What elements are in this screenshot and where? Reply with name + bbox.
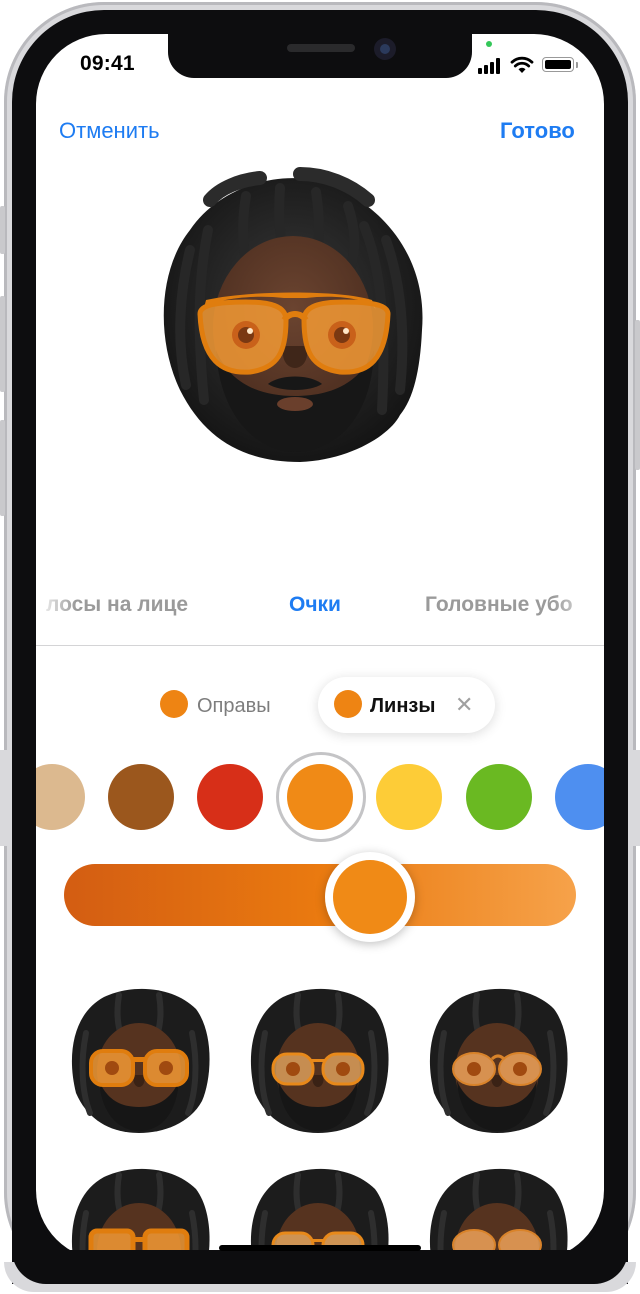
color-swatch-yellow[interactable]	[376, 764, 442, 830]
lenses-segment-label[interactable]: Линзы	[370, 695, 435, 718]
battery-level	[545, 60, 571, 69]
ring-switch	[0, 206, 5, 254]
frame-edge-right	[628, 750, 640, 846]
frames-color-dot[interactable]	[160, 690, 188, 718]
bezel-bottom	[12, 1250, 628, 1284]
status-time: 09:41	[80, 52, 135, 75]
section-divider	[36, 645, 604, 646]
frames-segment-label[interactable]: Оправы	[197, 695, 271, 718]
earpiece-speaker	[287, 44, 355, 52]
lenses-color-dot[interactable]	[334, 690, 362, 718]
category-headwear[interactable]: Головные убо	[425, 593, 573, 617]
color-swatch-red[interactable]	[197, 764, 263, 830]
color-swatch-green[interactable]	[466, 764, 532, 830]
home-indicator[interactable]	[219, 1245, 421, 1251]
glasses-style-option[interactable]	[430, 989, 568, 1133]
memoji-preview	[163, 167, 423, 462]
color-swatch-brown[interactable]	[108, 764, 174, 830]
volume-up-button	[0, 296, 5, 392]
camera-indicator-dot	[486, 41, 492, 47]
glasses-style-option[interactable]	[72, 989, 210, 1133]
frame-edge-left	[0, 750, 12, 846]
done-button[interactable]: Готово	[500, 118, 575, 144]
category-fade-left	[36, 585, 76, 625]
wifi-icon	[510, 56, 534, 73]
cellular-signal-icon	[478, 58, 502, 74]
cancel-button[interactable]: Отменить	[59, 118, 160, 144]
close-icon[interactable]: ✕	[455, 692, 473, 718]
power-button	[635, 320, 640, 470]
slider-thumb-color	[333, 860, 407, 934]
category-fade-right	[552, 585, 604, 625]
camera-lens	[380, 44, 390, 54]
volume-down-button	[0, 420, 5, 516]
category-glasses[interactable]: Очки	[289, 593, 341, 617]
lens-opacity-slider[interactable]	[64, 864, 576, 926]
notch	[168, 34, 472, 78]
color-swatch-orange[interactable]	[287, 764, 353, 830]
glasses-style-option[interactable]	[251, 989, 389, 1133]
battery-cap	[576, 62, 578, 68]
